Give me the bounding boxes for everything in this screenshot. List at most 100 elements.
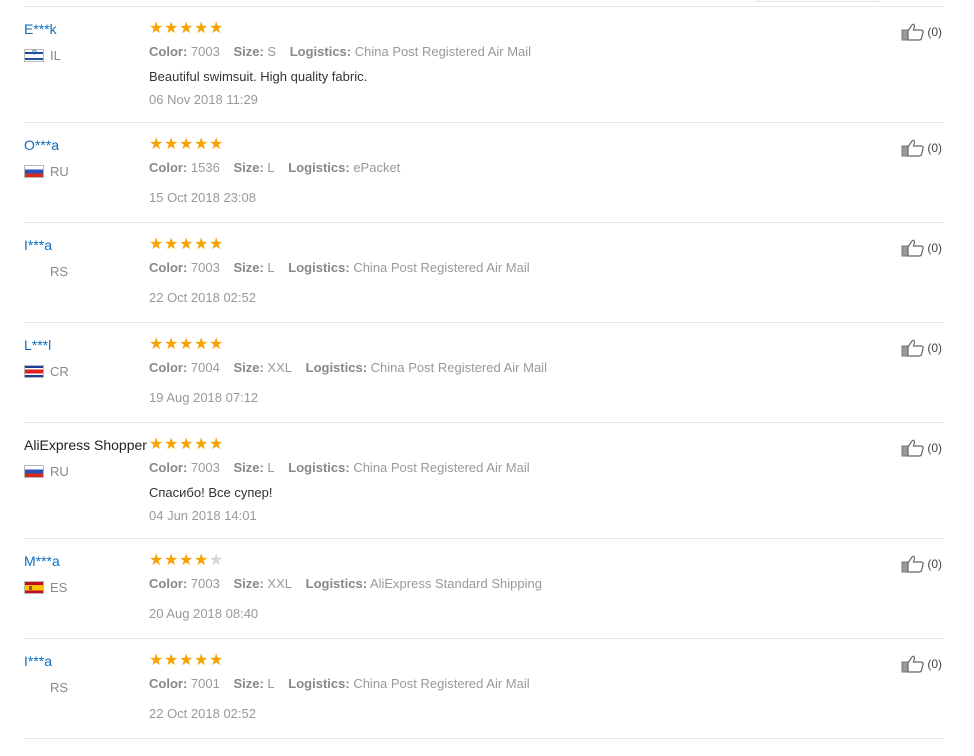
- helpful-count: (0): [927, 557, 942, 571]
- color-label: Color:: [149, 460, 188, 475]
- buyer-country: IL: [24, 47, 61, 63]
- feedback-item: AliExpress Shopper RU ★ ★ ★ ★ ★ Color: 7003 …: [24, 423, 944, 539]
- star-filled-icon: ★: [164, 236, 179, 253]
- star-filled-icon: ★: [209, 20, 224, 37]
- logistics-label: Logistics:: [289, 44, 352, 59]
- star-filled-icon: ★: [164, 552, 179, 569]
- star-rating: ★ ★ ★ ★ ★: [149, 20, 224, 37]
- size-info: Size: L: [233, 260, 274, 275]
- order-info: Color: 7003 Size: XXL Logistics: AliExpr…: [149, 576, 552, 591]
- star-rating: ★ ★ ★ ★ ★: [149, 336, 224, 353]
- star-filled-icon: ★: [149, 136, 164, 153]
- logistics-label: Logistics:: [288, 460, 350, 475]
- buyer-name[interactable]: AliExpress Shopper: [24, 437, 147, 453]
- order-info: Color: 7001 Size: L Logistics: China Pos…: [149, 676, 540, 691]
- color-info: Color: 1536: [149, 160, 220, 175]
- helpful-count: (0): [927, 141, 942, 155]
- logistics-info: Logistics: AliExpress Standard Shipping: [306, 576, 542, 591]
- star-filled-icon: ★: [149, 236, 164, 253]
- thumbs-up-icon: [901, 23, 925, 41]
- color-label: Color:: [149, 360, 188, 375]
- helpful-button[interactable]: (0): [901, 439, 942, 457]
- thumbs-up-icon: [901, 555, 925, 573]
- star-filled-icon: ★: [209, 652, 224, 669]
- star-filled-icon: ★: [194, 652, 209, 669]
- color-value: 7003: [190, 460, 220, 475]
- order-info: Color: 7003 Size: S Logistics: China Pos…: [149, 44, 541, 59]
- helpful-button[interactable]: (0): [901, 555, 942, 573]
- size-label: Size:: [233, 460, 264, 475]
- review-date: 04 Jun 2018 14:01: [149, 508, 257, 523]
- country-code: CR: [50, 363, 69, 379]
- star-filled-icon: ★: [194, 436, 209, 453]
- size-label: Size:: [233, 676, 264, 691]
- color-label: Color:: [149, 160, 188, 175]
- buyer-name[interactable]: I***a: [24, 653, 52, 669]
- country-code: IL: [50, 47, 61, 63]
- star-filled-icon: ★: [194, 136, 209, 153]
- star-filled-icon: ★: [179, 20, 194, 37]
- star-filled-icon: ★: [149, 436, 164, 453]
- review-date: 22 Oct 2018 02:52: [149, 290, 256, 305]
- thumbs-up-icon: [901, 139, 925, 157]
- logistics-info: Logistics: China Post Registered Air Mai…: [288, 460, 529, 475]
- size-info: Size: XXL: [233, 360, 292, 375]
- country-code: RS: [50, 679, 69, 695]
- logistics-value: ePacket: [353, 160, 401, 175]
- star-filled-icon: ★: [149, 336, 164, 353]
- country-flag-icon: [24, 48, 44, 62]
- logistics-info: Logistics: China Post Registered Air Mai…: [288, 676, 529, 691]
- color-value: 1536: [190, 160, 220, 175]
- helpful-button[interactable]: (0): [901, 339, 942, 357]
- helpful-button[interactable]: (0): [901, 239, 942, 257]
- buyer-name[interactable]: E***k: [24, 21, 57, 37]
- color-info: Color: 7004: [149, 360, 220, 375]
- order-info: Color: 7003 Size: L Logistics: China Pos…: [149, 460, 540, 475]
- feedback-item: I***a RS ★ ★ ★ ★ ★ Color: 7001 Size: L Logis…: [24, 639, 944, 739]
- color-value: 7003: [190, 44, 220, 59]
- logistics-label: Logistics:: [288, 160, 350, 175]
- thumbs-up-icon: [901, 339, 925, 357]
- helpful-button[interactable]: (0): [901, 655, 942, 673]
- buyer-country: CR: [24, 363, 69, 379]
- country-flag-icon: [24, 681, 44, 694]
- country-flag-icon: [24, 364, 44, 378]
- size-value: L: [267, 676, 275, 691]
- star-filled-icon: ★: [164, 436, 179, 453]
- color-value: 7003: [190, 576, 220, 591]
- buyer-name[interactable]: O***a: [24, 137, 59, 153]
- logistics-value: China Post Registered Air Mail: [353, 260, 530, 275]
- star-filled-icon: ★: [164, 652, 179, 669]
- size-label: Size:: [233, 576, 264, 591]
- star-filled-icon: ★: [179, 336, 194, 353]
- helpful-count: (0): [927, 341, 942, 355]
- review-date: 15 Oct 2018 23:08: [149, 190, 256, 205]
- logistics-label: Logistics:: [288, 676, 350, 691]
- feedback-item: M***a ES ★ ★ ★ ★ ★ Color: 7003 Size: XXL Log…: [24, 539, 944, 639]
- helpful-button[interactable]: (0): [901, 139, 942, 157]
- star-filled-icon: ★: [209, 236, 224, 253]
- size-value: L: [267, 160, 275, 175]
- feedback-item: L***l CR ★ ★ ★ ★ ★ Color: 7004 Size: XXL Log…: [24, 323, 944, 423]
- size-value: XXL: [267, 360, 292, 375]
- feedback-item: O***a RU ★ ★ ★ ★ ★ Color: 1536 Size: L Logis…: [24, 123, 944, 223]
- logistics-info: Logistics: ePacket: [288, 160, 400, 175]
- size-value: L: [267, 460, 275, 475]
- logistics-value: China Post Registered Air Mail: [354, 44, 532, 59]
- star-filled-icon: ★: [149, 20, 164, 37]
- buyer-name[interactable]: L***l: [24, 337, 51, 353]
- color-info: Color: 7003: [149, 460, 220, 475]
- review-text: Спасибо! Все супер!: [149, 485, 273, 500]
- size-info: Size: L: [233, 676, 274, 691]
- order-info: Color: 7003 Size: L Logistics: China Pos…: [149, 260, 540, 275]
- buyer-country: ES: [24, 580, 67, 595]
- buyer-name[interactable]: M***a: [24, 553, 60, 569]
- color-info: Color: 7001: [149, 676, 220, 691]
- color-label: Color:: [149, 576, 188, 591]
- thumbs-up-icon: [901, 655, 925, 673]
- color-value: 7003: [190, 260, 220, 275]
- helpful-button[interactable]: (0): [901, 23, 942, 41]
- feedback-item: E***k IL ★★★★★ Color: 7003 Size: S Logis…: [24, 7, 944, 123]
- helpful-count: (0): [927, 25, 942, 39]
- buyer-name[interactable]: I***a: [24, 237, 52, 253]
